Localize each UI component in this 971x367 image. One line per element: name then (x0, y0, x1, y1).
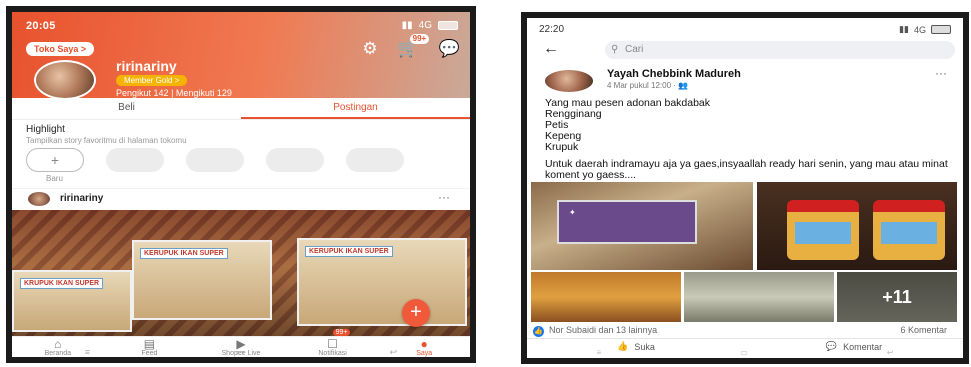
create-post-button[interactable]: + (402, 299, 430, 327)
network-label: 4G (418, 20, 432, 31)
product-pack: KERUPUK IKAN SUPER (132, 240, 272, 320)
reactions-row: 👍 Nor Subaidi dan 13 lainnya 6 Komentar (527, 324, 963, 338)
toko-saya-link[interactable]: Toko Saya > (26, 42, 95, 56)
shopee-screen: 20:05 ▮▮ 4G Toko Saya > ⚙ 🛒 99+ 💬 ririnar… (12, 12, 470, 357)
back-arrow-icon[interactable]: ← (543, 40, 559, 58)
battery-icon (438, 21, 458, 30)
phone-shopee: 20:05 ▮▮ 4G Toko Saya > ⚙ 🛒 99+ 💬 ririnar… (6, 6, 476, 363)
cart-badge: 99+ (409, 34, 430, 44)
post-header: ririnariny ··· (12, 188, 470, 210)
jar-image (787, 200, 859, 260)
jar-label (881, 222, 937, 244)
search-bar-row: ← ⚲ Cari (527, 38, 963, 62)
followers-count[interactable]: Pengikut 142 (116, 88, 169, 98)
post-paragraph: Untuk daerah indramayu aja ya gaes,insya… (545, 158, 948, 181)
search-placeholder: Cari (625, 44, 644, 55)
like-reaction-icon: 👍 (533, 326, 544, 337)
post-avatar[interactable] (28, 192, 50, 206)
post-date: 4 Mar pukul 12:00 · 👥 (607, 81, 688, 90)
battery-icon (931, 25, 951, 34)
status-time: 22:20 (539, 24, 565, 35)
status-time: 20:05 (26, 20, 56, 32)
system-nav-bar: ≡ ▭ ↩ (12, 347, 470, 358)
more-photos-count: +11 (837, 272, 957, 322)
shop-tabs: Beli Postingan (12, 98, 470, 120)
pack-label: KERUPUK IKAN SUPER (305, 246, 393, 257)
back-key-icon[interactable]: ↩ (887, 348, 894, 358)
cart-icon[interactable]: 🛒 99+ (398, 34, 430, 57)
tab-postingan[interactable]: Postingan (241, 98, 470, 119)
highlight-subtitle: Tampilkan story favoritmu di halaman tok… (26, 136, 187, 145)
post-line: Yang mau pesen adonan bakdabak (545, 97, 711, 109)
story-placeholder[interactable] (346, 148, 404, 172)
shop-avatar[interactable] (34, 60, 96, 100)
reaction-summary[interactable]: Nor Subaidi dan 13 lainnya (549, 325, 657, 335)
product-pack: KRUPUK IKAN SUPER (12, 270, 132, 332)
status-indicators: ▮▮ 4G (402, 20, 458, 31)
highlight-title: Highlight (26, 124, 65, 135)
chat-icon[interactable]: 💬 (439, 40, 460, 57)
jar-label (795, 222, 851, 244)
more-options-icon[interactable]: ··· (935, 66, 947, 80)
post-photo[interactable]: ✦ (531, 182, 753, 270)
post-photo[interactable] (684, 272, 834, 322)
header-icons: ⚙ 🛒 99+ 💬 (362, 34, 460, 57)
home-key-icon[interactable]: ▭ (740, 348, 748, 358)
home-key-icon[interactable]: ▭ (236, 347, 245, 358)
comment-count[interactable]: 6 Komentar (900, 325, 947, 335)
post-line: Kepeng (545, 130, 582, 142)
network-label: 4G (913, 24, 926, 35)
gear-icon[interactable]: ⚙ (362, 40, 377, 57)
post-text: Yang mau pesen adonan bakdabak Rengginan… (545, 98, 963, 181)
member-badge[interactable]: Member Gold > (116, 75, 188, 86)
more-options-icon[interactable]: ··· (438, 190, 450, 204)
plus-icon: + (50, 152, 60, 168)
post-photo[interactable] (531, 272, 681, 322)
post-line: Krupuk (545, 141, 579, 153)
system-nav-bar: ≡ ▭ ↩ (527, 348, 963, 358)
post-line: Petis (545, 119, 569, 131)
following-count[interactable]: Mengikuti 129 (176, 88, 232, 98)
tab-beli[interactable]: Beli (12, 98, 241, 119)
signal-icon: ▮▮ (899, 24, 909, 34)
add-story-button[interactable]: + (26, 148, 84, 172)
menu-key-icon[interactable]: ≡ (597, 348, 602, 358)
post-line: Rengginang (545, 108, 602, 120)
product-card-image: ✦ (557, 200, 697, 244)
pack-label: KERUPUK IKAN SUPER (140, 248, 228, 259)
author-avatar[interactable] (545, 70, 593, 92)
highlight-stories: + (26, 148, 404, 172)
pack-label: KRUPUK IKAN SUPER (20, 278, 104, 289)
search-icon: ⚲ (611, 44, 619, 55)
post-image[interactable]: KRUPUK IKAN SUPER KERUPUK IKAN SUPER KER… (12, 210, 470, 336)
follow-stats: Pengikut 142 | Mengikuti 129 (116, 88, 232, 98)
notification-badge: 99+ (332, 329, 351, 336)
search-input[interactable]: ⚲ Cari (605, 41, 955, 59)
menu-key-icon[interactable]: ≡ (85, 347, 90, 357)
signal-icon: ▮▮ (401, 20, 413, 31)
shop-header: 20:05 ▮▮ 4G Toko Saya > ⚙ 🛒 99+ 💬 ririnar… (12, 12, 470, 100)
facebook-screen: 22:20 ▮▮ 4G ← ⚲ Cari Yayah Chebbink Madu… (527, 18, 963, 358)
story-placeholder[interactable] (106, 148, 164, 172)
status-indicators: ▮▮ 4G (899, 24, 951, 35)
audience-icon: 👥 (678, 81, 689, 90)
card-decoration: ✦ (569, 208, 576, 217)
jar-image (873, 200, 945, 260)
story-placeholder[interactable] (266, 148, 324, 172)
story-placeholder[interactable] (186, 148, 244, 172)
new-story-label: Baru (46, 174, 63, 183)
product-pack: KERUPUK IKAN SUPER (297, 238, 467, 326)
shop-name: ririnariny (116, 58, 177, 74)
phone-facebook: 22:20 ▮▮ 4G ← ⚲ Cari Yayah Chebbink Madu… (521, 12, 969, 364)
post-photo[interactable] (757, 182, 957, 270)
post-username[interactable]: ririnariny (60, 193, 103, 204)
author-name[interactable]: Yayah Chebbink Madureh (607, 68, 741, 80)
post-photo-more[interactable]: +11 (837, 272, 957, 322)
post-date-text[interactable]: 4 Mar pukul 12:00 · (607, 81, 678, 90)
back-key-icon[interactable]: ↩ (390, 347, 398, 358)
